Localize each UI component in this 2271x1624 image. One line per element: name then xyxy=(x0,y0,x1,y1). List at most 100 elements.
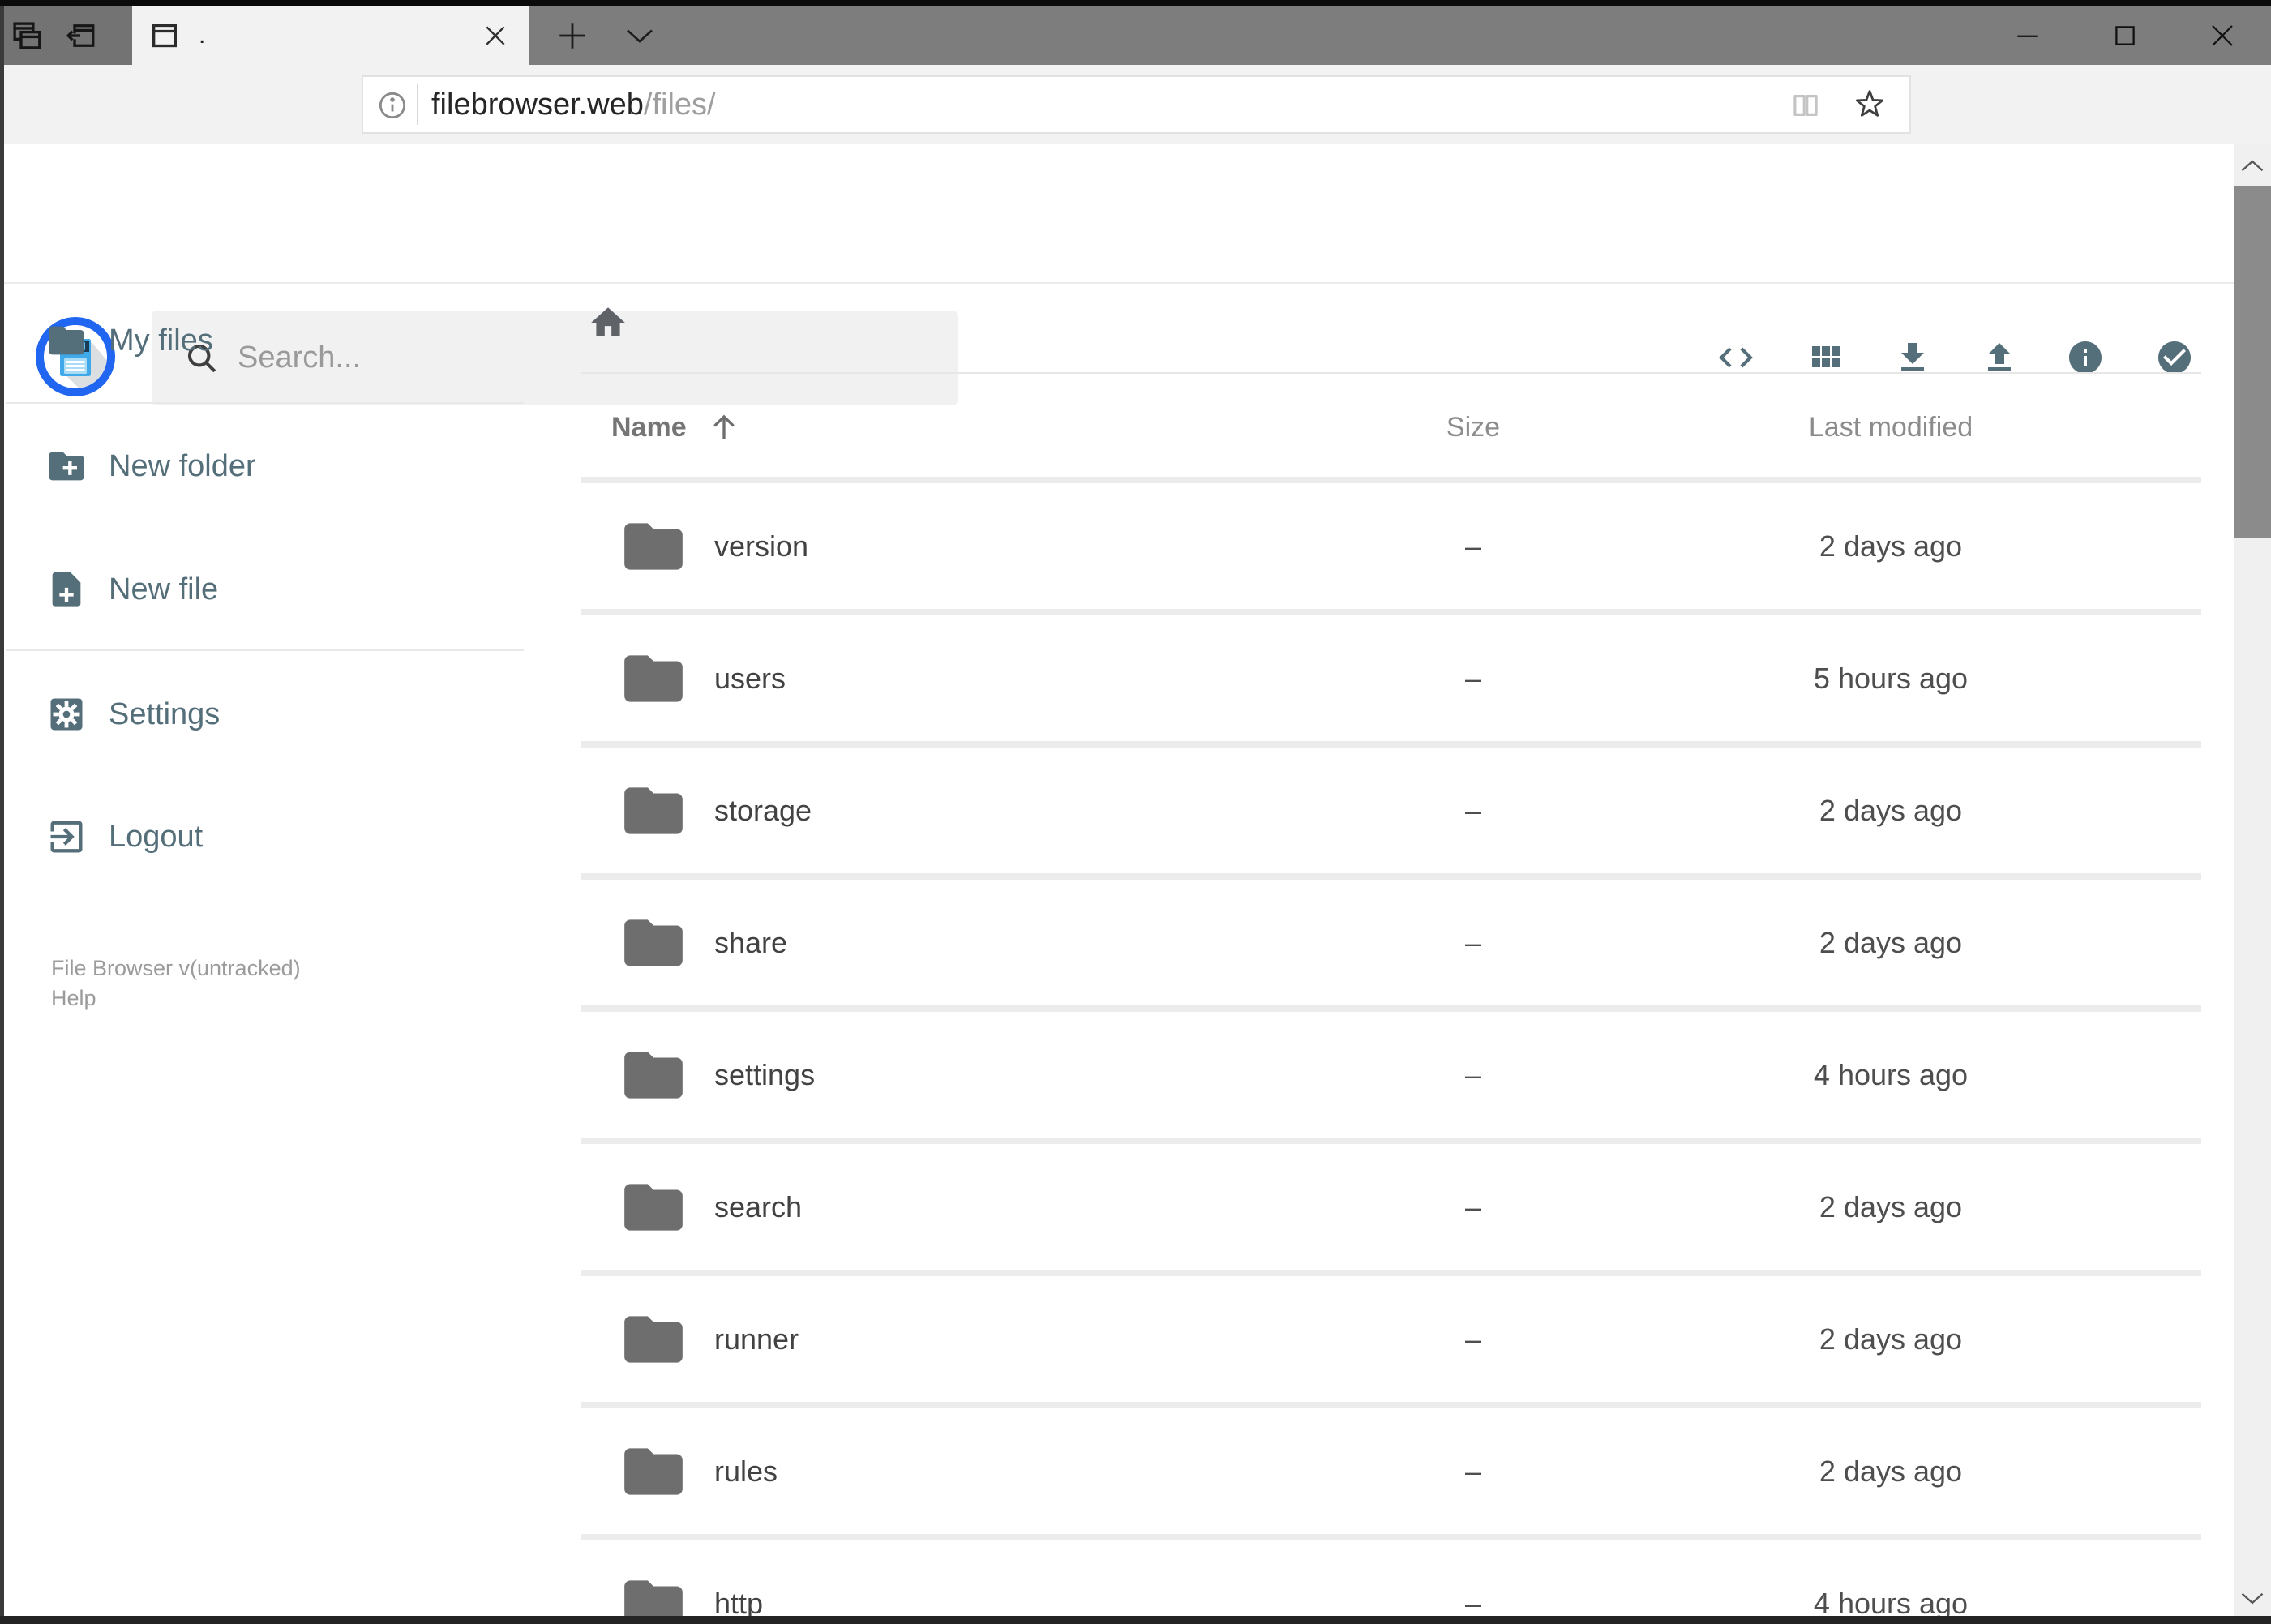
file-row-name: users xyxy=(714,661,786,695)
file-row-modified: 2 days ago xyxy=(1819,925,1963,959)
sidebar-item-my-files[interactable]: My files xyxy=(0,306,568,375)
file-listing: version – 2 days ago users – 5 hours ago… xyxy=(581,477,2201,1616)
page-scrollbar[interactable] xyxy=(2234,144,2271,1624)
url-host: filebrowser.web xyxy=(431,87,644,122)
favorite-star-icon[interactable] xyxy=(1852,87,1888,122)
file-row-modified: 4 hours ago xyxy=(1813,1057,1969,1091)
sidebar-item-settings[interactable]: Settings xyxy=(0,680,568,748)
sidebar-item-label: New folder xyxy=(109,448,256,483)
folder-icon xyxy=(619,644,688,713)
table-row[interactable]: share – 2 days ago xyxy=(581,873,2201,1005)
tab-bar-corner xyxy=(0,6,132,65)
table-row[interactable]: rules – 2 days ago xyxy=(581,1402,2201,1534)
close-button[interactable] xyxy=(2174,6,2271,65)
app-version-text: File Browser v(untracked) xyxy=(51,956,301,980)
table-row[interactable]: settings – 4 hours ago xyxy=(581,1005,2201,1138)
browser-window: . filebrowser.web /files/ Search... My f… xyxy=(0,0,2271,1624)
sidebar-item-logout[interactable]: Logout xyxy=(0,803,568,871)
file-row-size: – xyxy=(1464,925,1482,959)
file-row-name: http xyxy=(714,1586,764,1617)
file-row-modified: 4 hours ago xyxy=(1813,1586,1969,1617)
url-path: /files/ xyxy=(643,87,716,122)
folder-plus-icon xyxy=(45,445,88,487)
folder-icon xyxy=(619,1172,688,1242)
file-row-name: rules xyxy=(714,1454,778,1488)
file-row-size: – xyxy=(1464,661,1482,695)
file-row-size: – xyxy=(1464,1322,1482,1356)
sidebar-item-label: Logout xyxy=(109,819,204,854)
reading-view-icon[interactable] xyxy=(1789,88,1823,122)
column-header-name-label: Name xyxy=(611,411,687,443)
sidebar-footer: File Browser v(untracked) Help xyxy=(51,953,301,1013)
tab-close-icon[interactable] xyxy=(471,11,520,60)
file-row-modified: 2 days ago xyxy=(1819,1454,1963,1488)
folder-icon xyxy=(45,319,88,362)
sidebar-item-label: New file xyxy=(109,572,219,606)
window-bottom-edge xyxy=(0,1616,2271,1624)
breadcrumb-divider xyxy=(581,372,2201,374)
tab-favicon-icon xyxy=(148,19,181,52)
info-button[interactable] xyxy=(2056,328,2115,387)
column-header-name[interactable]: Name xyxy=(611,399,740,456)
table-header: Name Size Last modified xyxy=(581,399,2201,456)
scrollbar-down-button[interactable] xyxy=(2234,1578,2271,1620)
file-row-modified: 2 days ago xyxy=(1819,529,1963,563)
set-tabs-aside-button[interactable] xyxy=(54,11,107,60)
sort-arrow-up-icon xyxy=(708,411,740,443)
code-view-button[interactable] xyxy=(1707,328,1765,387)
help-link[interactable]: Help xyxy=(51,983,301,1013)
tab-title: . xyxy=(199,22,206,49)
table-row[interactable]: search – 2 days ago xyxy=(581,1138,2201,1270)
folder-icon xyxy=(619,1437,688,1506)
folder-icon xyxy=(619,1305,688,1374)
tab-preview-button[interactable] xyxy=(0,11,54,60)
table-row[interactable]: storage – 2 days ago xyxy=(581,741,2201,873)
file-row-name: runner xyxy=(714,1322,799,1356)
browser-navbar: filebrowser.web/files/ xyxy=(0,65,2271,185)
file-plus-icon xyxy=(45,568,88,611)
home-icon xyxy=(591,307,625,336)
sidebar-item-new-file[interactable]: New file xyxy=(0,555,568,623)
settings-gear-icon xyxy=(45,693,88,735)
table-row[interactable]: http – 4 hours ago xyxy=(581,1534,2201,1616)
file-row-size: – xyxy=(1464,793,1482,827)
select-check-button[interactable] xyxy=(2145,328,2204,387)
window-controls xyxy=(1979,6,2271,65)
file-row-modified: 5 hours ago xyxy=(1813,661,1969,695)
table-row[interactable]: version – 2 days ago xyxy=(581,477,2201,609)
scrollbar-thumb[interactable] xyxy=(2234,186,2271,538)
sidebar-item-label: My files xyxy=(109,323,213,358)
table-row[interactable]: runner – 2 days ago xyxy=(581,1270,2201,1402)
browser-tab[interactable]: . xyxy=(132,6,529,65)
tab-bar: . xyxy=(0,6,2271,65)
tab-list-chevron-button[interactable] xyxy=(618,15,662,58)
grid-view-button[interactable] xyxy=(1796,328,1854,387)
url-text: filebrowser.web/files/ xyxy=(431,77,716,132)
file-row-modified: 2 days ago xyxy=(1819,1189,1963,1223)
set-tabs-aside-icon xyxy=(63,19,97,53)
column-header-modified[interactable]: Last modified xyxy=(1757,399,2025,456)
maximize-button[interactable] xyxy=(2076,6,2174,65)
scrollbar-up-button[interactable] xyxy=(2234,144,2271,186)
sidebar-divider xyxy=(6,649,524,651)
column-header-size[interactable]: Size xyxy=(1425,399,1522,456)
minimize-button[interactable] xyxy=(1979,6,2076,65)
table-row[interactable]: users – 5 hours ago xyxy=(581,609,2201,741)
file-row-size: – xyxy=(1464,1586,1482,1617)
file-row-size: – xyxy=(1464,1189,1482,1223)
sidebar-divider xyxy=(6,402,524,404)
new-tab-button[interactable] xyxy=(546,11,598,60)
download-button[interactable] xyxy=(1883,328,1942,387)
logout-icon xyxy=(45,816,88,858)
sidebar-item-new-folder[interactable]: New folder xyxy=(0,432,568,500)
folder-icon xyxy=(619,512,688,581)
breadcrumb-home-button[interactable] xyxy=(585,299,632,346)
address-bar[interactable]: filebrowser.web/files/ xyxy=(362,75,1911,134)
address-separator xyxy=(417,84,418,125)
tab-preview-icon xyxy=(10,19,44,53)
window-top-edge xyxy=(0,0,2271,6)
upload-button[interactable] xyxy=(1970,328,2029,387)
file-row-name: search xyxy=(714,1189,803,1223)
site-info-icon[interactable] xyxy=(376,89,409,122)
file-row-name: settings xyxy=(714,1057,816,1091)
